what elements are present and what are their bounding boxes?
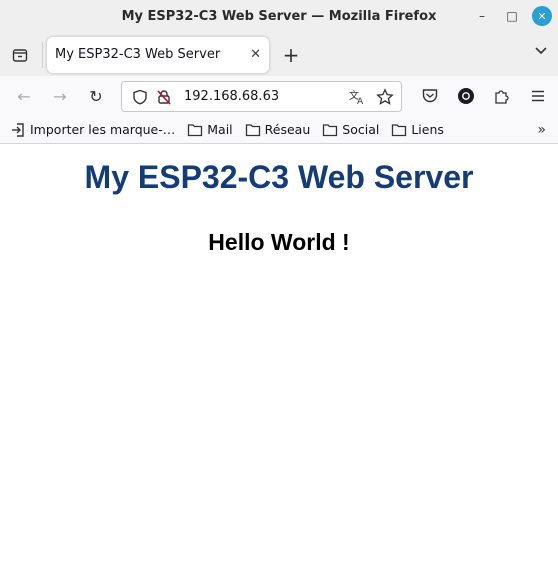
bookmark-label: Importer les marque-… [30, 122, 176, 137]
tab-separator [42, 41, 43, 68]
translate-icon[interactable]: 文 A [345, 85, 369, 109]
url-bar[interactable]: 192.168.68.63 文 A [121, 81, 402, 112]
bookmark-label: Social [342, 122, 380, 137]
account-button[interactable] [448, 80, 484, 112]
bookmark-folder-mail[interactable]: Mail [187, 122, 233, 137]
window-title: My ESP32-C3 Web Server — Mozilla Firefox [121, 9, 437, 24]
svg-text:A: A [357, 97, 364, 106]
folder-icon [392, 123, 407, 136]
folder-icon [323, 123, 338, 136]
bookmark-folder-reseau[interactable]: Réseau [245, 122, 311, 137]
url-bar-actions: 文 A [345, 85, 397, 109]
tab-close-icon[interactable]: ✕ [250, 47, 261, 62]
folder-icon [245, 123, 260, 136]
close-window-button[interactable]: ✕ [532, 6, 552, 26]
bookmark-import[interactable]: Importer les marque-… [10, 122, 175, 138]
window-titlebar: My ESP32-C3 Web Server — Mozilla Firefox… [0, 0, 558, 33]
page-heading: My ESP32-C3 Web Server [84, 159, 474, 195]
bookmark-folder-liens[interactable]: Liens [391, 122, 444, 137]
maximize-button[interactable]: □ [502, 6, 522, 26]
pocket-icon [422, 89, 438, 103]
account-icon [458, 88, 474, 104]
firefox-view-icon [12, 48, 28, 62]
firefox-view-button[interactable] [0, 33, 40, 76]
bookmark-label: Mail [207, 122, 233, 137]
tab-label: My ESP32-C3 Web Server [55, 47, 221, 62]
toolbar-right-buttons [412, 80, 556, 112]
minimize-button[interactable]: – [472, 6, 492, 26]
tracking-protection-shield-icon[interactable] [128, 85, 152, 109]
bookmark-label: Réseau [264, 122, 311, 137]
app-menu-button[interactable] [520, 80, 556, 112]
hamburger-menu-icon [532, 90, 544, 102]
import-icon [12, 122, 24, 137]
pocket-button[interactable] [412, 80, 448, 112]
bookmark-star-icon[interactable] [373, 85, 397, 109]
window-controls: – □ ✕ [472, 6, 552, 26]
insecure-lock-icon[interactable] [152, 85, 176, 109]
reload-button[interactable]: ↻ [78, 80, 114, 112]
tab-active[interactable]: My ESP32-C3 Web Server ✕ [47, 36, 269, 73]
extensions-button[interactable] [484, 80, 520, 112]
url-text[interactable]: 192.168.68.63 [184, 89, 345, 104]
bookmark-label: Liens [411, 122, 444, 137]
tab-bar: My ESP32-C3 Web Server ✕ + [0, 33, 558, 76]
list-all-tabs-icon[interactable] [534, 43, 548, 61]
bookmarks-toolbar: Importer les marque-… Mail Réseau Social… [0, 116, 558, 144]
navigation-toolbar: ← → ↻ 192.168.68.63 文 A [0, 76, 558, 116]
page-content: My ESP32-C3 Web Server Hello World ! [0, 145, 558, 576]
back-button[interactable]: ← [6, 80, 42, 112]
page-subheading: Hello World ! [208, 229, 350, 255]
new-tab-button[interactable]: + [271, 37, 311, 73]
bookmark-folder-social[interactable]: Social [322, 122, 379, 137]
bookmarks-overflow-button[interactable]: » [537, 122, 546, 138]
chevron-down-icon [535, 47, 547, 55]
folder-icon [188, 123, 203, 136]
forward-button[interactable]: → [42, 80, 78, 112]
puzzle-icon [495, 90, 509, 104]
